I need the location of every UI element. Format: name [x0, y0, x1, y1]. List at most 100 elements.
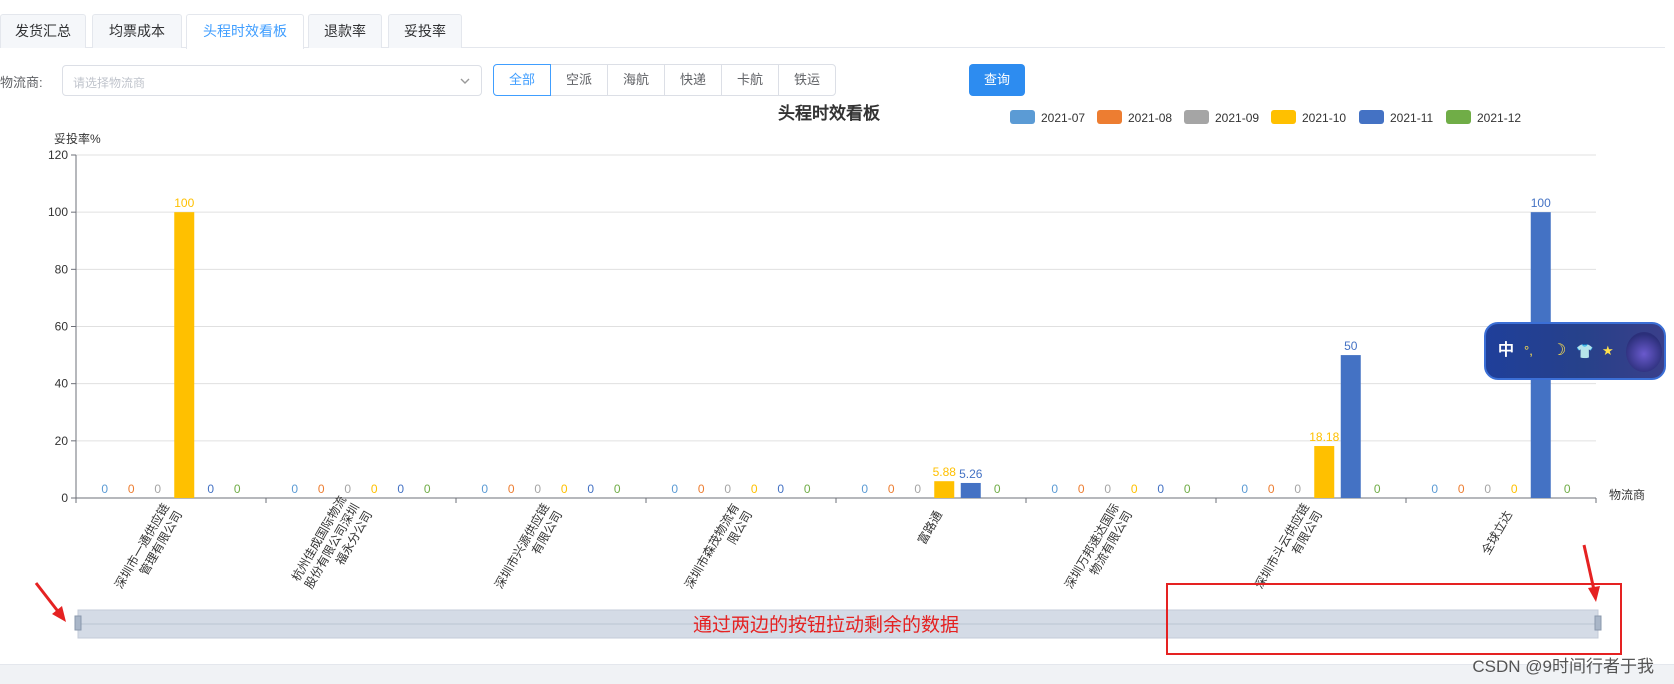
watermark-text: CSDN @9时间行者于我 — [1472, 657, 1654, 676]
legend-swatch[interactable] — [1097, 110, 1122, 124]
bar[interactable] — [1340, 355, 1361, 498]
y-tick-label: 60 — [55, 320, 69, 334]
legend-swatch[interactable] — [1359, 110, 1384, 124]
tab-bar: 发货汇总 均票成本 头程时效看板 退款率 妥投率 — [0, 14, 1665, 49]
data-label: 0 — [154, 482, 161, 496]
punctuation-icon: °, — [1524, 343, 1533, 358]
data-label: 0 — [1431, 482, 1438, 496]
red-arrow-left-icon — [34, 582, 66, 622]
data-label: 0 — [1268, 482, 1275, 496]
data-label: 0 — [1051, 482, 1058, 496]
tab-shipment-summary[interactable]: 发货汇总 — [0, 14, 86, 48]
carrier-select-placeholder: 请选择物流商 — [73, 76, 146, 90]
x-category-label: 杭州佳成国际物流股份有限公司深圳福永分公司 — [288, 493, 375, 591]
carrier-select[interactable]: 请选择物流商 — [62, 65, 482, 96]
legend-label[interactable]: 2021-08 — [1128, 111, 1172, 125]
data-label: 0 — [587, 482, 594, 496]
data-label: 0 — [534, 482, 541, 496]
data-label: 0 — [751, 482, 758, 496]
data-label: 0 — [291, 482, 298, 496]
data-label: 5.88 — [933, 465, 957, 479]
legend-label[interactable]: 2021-10 — [1302, 111, 1346, 125]
data-label: 0 — [777, 482, 784, 496]
red-arrow-right-icon — [1582, 544, 1600, 602]
bar[interactable] — [174, 212, 195, 498]
filter-express-button[interactable]: 快递 — [664, 64, 722, 96]
legend-swatch[interactable] — [1446, 110, 1471, 124]
y-tick-label: 40 — [55, 377, 69, 391]
x-category-label: 深圳市森茂物流有限公司 — [681, 501, 755, 592]
data-label: 0 — [671, 482, 678, 496]
query-button[interactable]: 查询 — [969, 64, 1025, 96]
y-tick-label: 80 — [55, 262, 69, 276]
data-label: 0 — [101, 482, 108, 496]
bar[interactable] — [1314, 446, 1335, 498]
data-label: 0 — [1511, 482, 1518, 496]
x-axis-label: 物流商 — [1609, 487, 1645, 502]
data-label: 0 — [481, 482, 488, 496]
x-category-label: 全球立达 — [1478, 508, 1515, 557]
bar[interactable] — [934, 481, 955, 498]
floating-ime-widget[interactable]: 中 °, ☽ 👕 ★ — [1484, 322, 1666, 380]
data-label: 0 — [424, 482, 431, 496]
legend-swatch[interactable] — [1184, 110, 1209, 124]
shirt-icon: 👕 — [1576, 343, 1594, 359]
legend-label[interactable]: 2021-09 — [1215, 111, 1259, 125]
y-tick-label: 120 — [48, 148, 68, 162]
page-footer-bar — [0, 664, 1674, 684]
filter-rail-button[interactable]: 铁运 — [778, 64, 836, 96]
data-label: 0 — [1564, 482, 1571, 496]
ime-chinese-label: 中 — [1498, 342, 1515, 359]
timeliness-bar-chart: 头程时效看板 2021-07 2021-08 2021-09 2021-10 2021-… — [34, 103, 1645, 655]
tab-delivery-rate[interactable]: 妥投率 — [388, 14, 462, 48]
x-category-line: 全球立达 — [1478, 508, 1515, 557]
data-label: 0 — [861, 482, 868, 496]
star-icon: ★ — [1602, 343, 1614, 358]
x-category-label: 深圳万邦速达国际物流有限公司 — [1062, 501, 1135, 591]
legend-label[interactable]: 2021-07 — [1041, 111, 1085, 125]
data-label: 0 — [1241, 482, 1248, 496]
data-label: 0 — [207, 482, 214, 496]
filter-air-button[interactable]: 空派 — [550, 64, 608, 96]
filter-sea-button[interactable]: 海航 — [607, 64, 665, 96]
data-label: 0 — [128, 482, 135, 496]
filter-all-button[interactable]: 全部 — [493, 64, 551, 96]
data-label: 0 — [1184, 482, 1191, 496]
data-label: 0 — [1458, 482, 1465, 496]
moon-icon: ☽ — [1552, 342, 1567, 359]
data-label: 50 — [1344, 339, 1358, 353]
data-label: 100 — [1531, 196, 1551, 210]
tab-first-leg-timeliness[interactable]: 头程时效看板 — [186, 14, 304, 49]
data-label: 0 — [561, 482, 568, 496]
legend-label[interactable]: 2021-12 — [1477, 111, 1521, 125]
y-tick-label: 20 — [55, 434, 69, 448]
data-label: 18.18 — [1309, 430, 1339, 444]
tab-refund-rate[interactable]: 退款率 — [308, 14, 382, 48]
tab-avg-ticket-cost[interactable]: 均票成本 — [92, 14, 182, 48]
x-category-line: 富路通 — [914, 508, 945, 547]
y-tick-label: 100 — [48, 205, 68, 219]
data-label: 0 — [371, 482, 378, 496]
data-label: 0 — [1374, 482, 1381, 496]
data-label: 0 — [1104, 482, 1111, 496]
x-category-label: 深圳市兴源供应链有限公司 — [491, 501, 565, 592]
legend-swatch[interactable] — [1271, 110, 1296, 124]
data-label: 0 — [318, 482, 325, 496]
data-label: 0 — [397, 482, 404, 496]
carrier-filter-label: 物流商: — [0, 75, 43, 90]
data-label: 5.26 — [959, 467, 983, 481]
filter-truck-button[interactable]: 卡航 — [721, 64, 779, 96]
data-label: 0 — [804, 482, 811, 496]
legend-label[interactable]: 2021-11 — [1390, 111, 1433, 125]
chevron-down-icon — [460, 78, 470, 84]
legend-swatch[interactable] — [1010, 110, 1035, 124]
bar[interactable] — [960, 482, 981, 498]
annotation-text: 通过两边的按钮拉动剩余的数据 — [693, 614, 959, 636]
data-zoom-left-handle[interactable] — [74, 615, 82, 631]
x-category-label: 富路通 — [914, 508, 945, 547]
data-label: 0 — [1157, 482, 1164, 496]
chart-grid — [76, 154, 1596, 499]
data-zoom-right-handle[interactable] — [1594, 615, 1602, 631]
y-tick-label: 0 — [61, 491, 68, 505]
chart-title: 头程时效看板 — [778, 103, 881, 123]
